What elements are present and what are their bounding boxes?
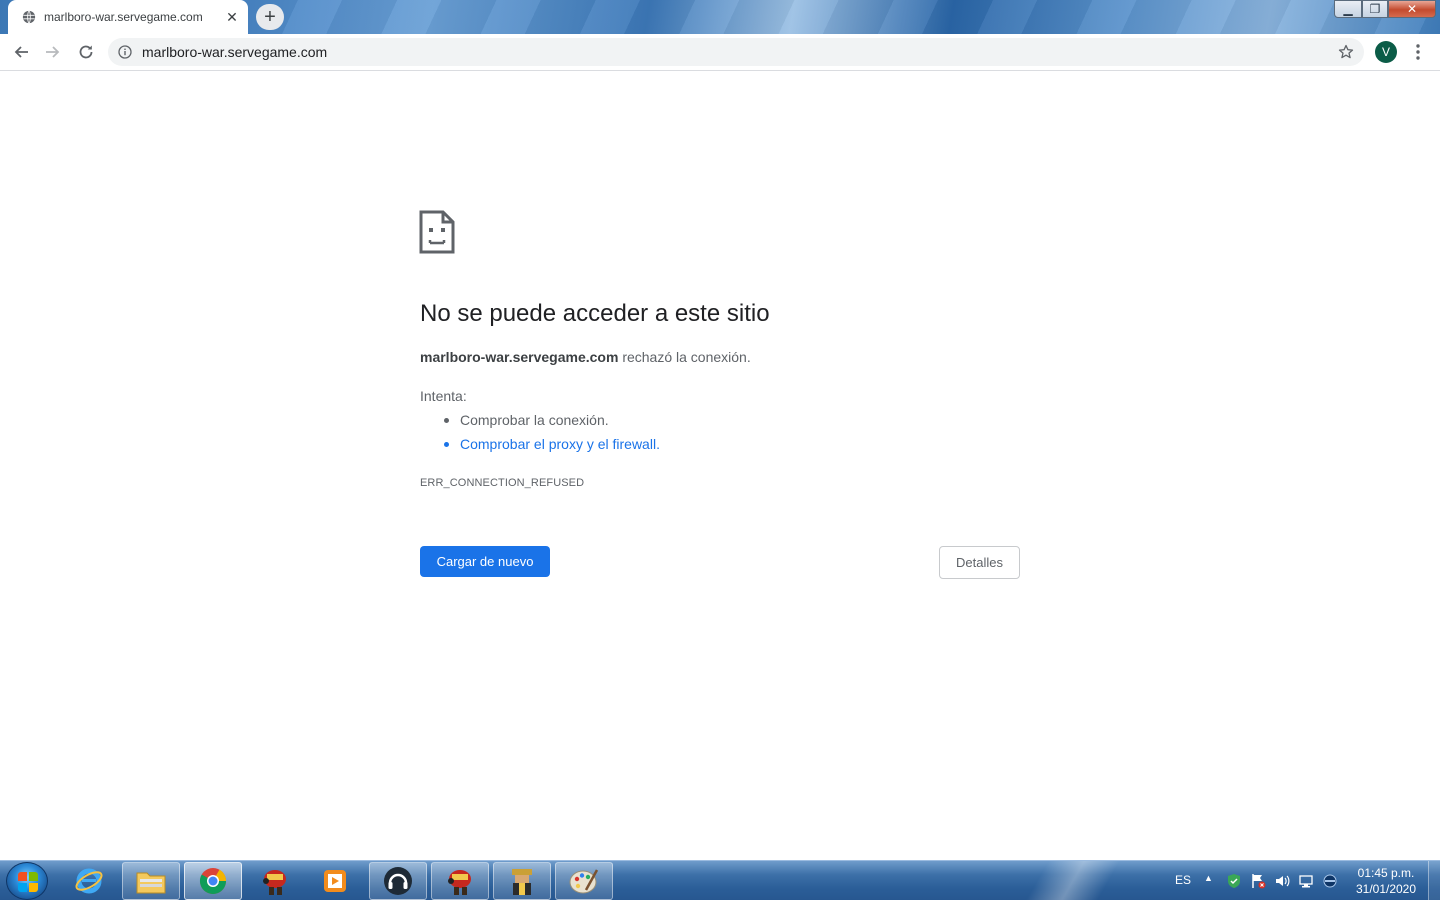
file-explorer-icon [136,872,166,894]
error-host: marlboro-war.servegame.com [420,349,619,365]
taskbar-game-app[interactable] [246,862,304,900]
network-icon[interactable] [1298,873,1314,889]
back-arrow-icon [14,46,28,58]
error-message: rechazó la conexión. [622,349,751,365]
minimize-icon: ▁ [1343,2,1353,16]
show-hidden-icons-icon[interactable]: ▲ [1204,873,1213,883]
reload-button[interactable] [73,39,99,65]
taskbar-media-player[interactable] [306,862,364,900]
restore-window-button[interactable]: ❐ [1362,0,1388,18]
browser-tab[interactable]: marlboro-war.servegame.com ✕ [8,0,248,34]
error-title: No se puede acceder a este sitio [420,300,770,327]
more-menu-icon[interactable] [1410,42,1426,62]
details-button[interactable]: Detalles [939,546,1020,579]
tab-close-icon[interactable]: ✕ [224,9,240,25]
internet-explorer-icon [75,868,103,894]
error-code: ERR_CONNECTION_REFUSED [420,477,585,489]
security-shield-icon[interactable] [1226,873,1242,889]
clock-time: 01:45 p.m. [1357,866,1415,880]
windows-logo-icon [18,872,38,892]
media-player-icon [324,870,346,892]
reload-page-button[interactable]: Cargar de nuevo [420,546,550,577]
page-content: No se puede acceder a este sitio marlbor… [0,71,1440,860]
suggestion-check-connection: Comprobar la conexión. [440,412,660,436]
taskbar-paint[interactable] [555,862,613,900]
browser-toolbar: marlboro-war.servegame.com V [0,34,1440,71]
url-text[interactable]: marlboro-war.servegame.com [142,44,327,60]
restore-icon: ❐ [1369,2,1381,16]
reload-icon [79,45,93,59]
show-desktop-button[interactable] [1428,861,1440,901]
back-button[interactable] [8,39,34,65]
tray-app-icon[interactable] [1322,873,1338,889]
tab-title: marlboro-war.servegame.com [44,10,203,24]
forward-arrow-icon [46,46,60,58]
close-icon: ✕ [1406,2,1418,16]
taskbar-internet-explorer[interactable] [60,862,118,900]
paint-icon [569,869,599,894]
game-app-icon [263,870,286,895]
taskbar-file-explorer[interactable] [122,862,180,900]
windows-taskbar: ES ▲ 01:45 p.m. 31/01/2020 [0,860,1440,901]
taskbar-game-app-2[interactable] [431,862,489,900]
game-app-icon-3 [512,869,532,895]
forward-button[interactable] [40,39,66,65]
globe-icon [22,10,36,24]
tab-strip: marlboro-war.servegame.com ✕ + ▁ ❐ ✕ [0,0,1440,34]
try-label: Intenta: [420,388,467,404]
taskbar-game-app-3[interactable] [493,862,551,900]
address-bar[interactable]: marlboro-war.servegame.com [108,38,1364,66]
clock-date: 31/01/2020 [1355,882,1417,896]
sad-document-icon [419,210,455,254]
new-tab-button[interactable]: + [256,4,284,30]
suggestion-check-proxy-link[interactable]: Comprobar el proxy y el firewall. [440,436,660,460]
minimize-window-button[interactable]: ▁ [1334,0,1362,18]
error-description: marlboro-war.servegame.com rechazó la co… [420,349,751,365]
info-icon[interactable] [118,45,132,59]
system-clock[interactable]: 01:45 p.m. 31/01/2020 [1348,865,1424,897]
star-icon[interactable] [1338,44,1354,60]
profile-avatar[interactable]: V [1375,41,1397,63]
language-indicator[interactable]: ES [1175,873,1191,887]
taskbar-headset-app[interactable] [369,862,427,900]
suggestion-list: Comprobar la conexión. Comprobar el prox… [440,412,660,460]
taskbar-chrome[interactable] [184,862,242,900]
headset-app-icon [384,867,412,895]
start-button[interactable] [6,862,48,900]
chrome-icon [199,868,227,895]
game-app-icon-2 [448,870,471,895]
close-window-button[interactable]: ✕ [1388,0,1436,18]
volume-icon[interactable] [1274,873,1290,889]
action-center-flag-icon[interactable] [1250,873,1266,889]
